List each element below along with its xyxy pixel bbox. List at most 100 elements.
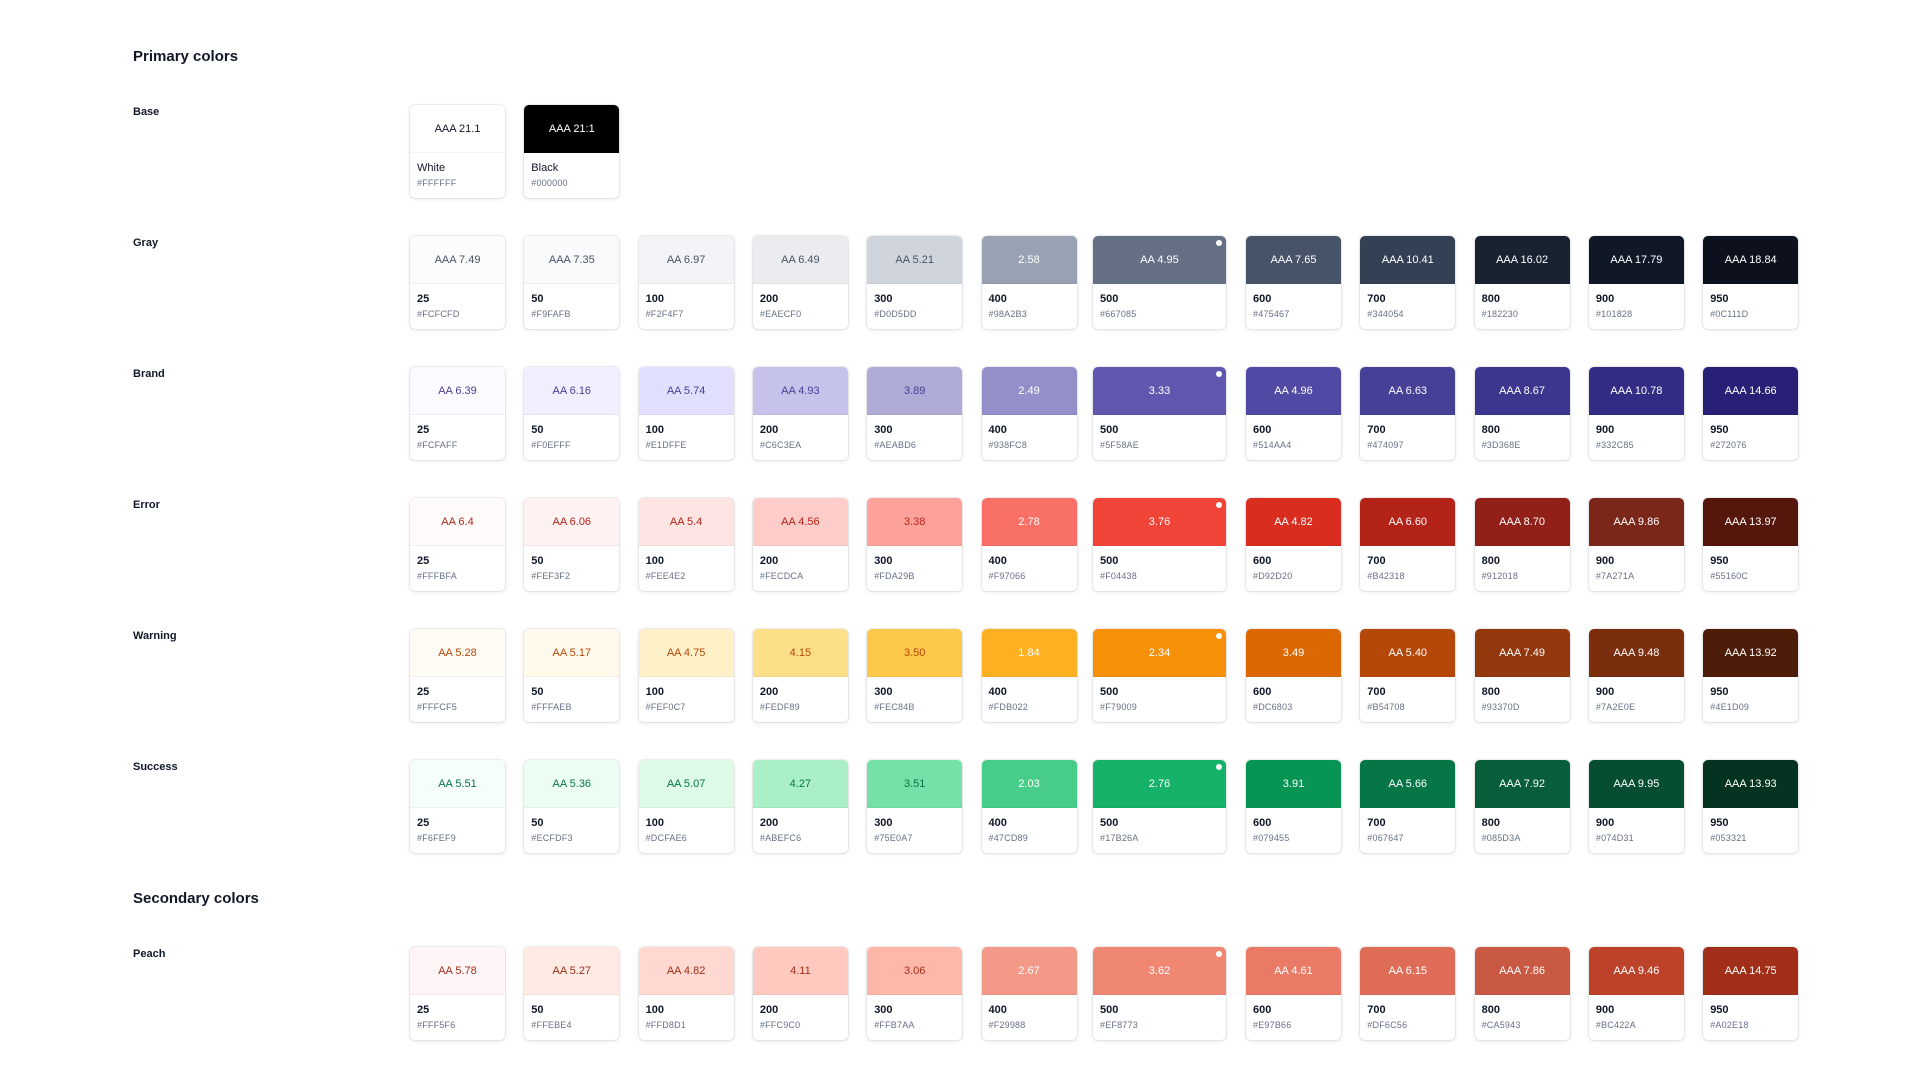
color-swatch[interactable]: 4.15 200 #FEDF89: [752, 629, 848, 722]
swatch-hex-code[interactable]: #FCFAFF: [417, 438, 505, 452]
color-swatch[interactable]: 2.67 400 #F29988: [981, 947, 1077, 1040]
color-swatch[interactable]: AA 6.4 25 #FFFBFA: [410, 498, 505, 591]
color-swatch[interactable]: AA 5.28 25 #FFFCF5: [410, 629, 505, 722]
swatch-hex-code[interactable]: #474097: [1367, 438, 1455, 452]
swatch-hex-code[interactable]: #F97066: [989, 569, 1077, 583]
swatch-hex-code[interactable]: #912018: [1482, 569, 1570, 583]
swatch-hex-code[interactable]: #ECFDF3: [531, 831, 619, 845]
swatch-hex-code[interactable]: #75E0A7: [874, 831, 962, 845]
color-swatch[interactable]: AA 4.75 100 #FEF0C7: [638, 629, 734, 722]
swatch-hex-code[interactable]: #3D368E: [1482, 438, 1570, 452]
color-swatch[interactable]: AA 5.07 100 #DCFAE6: [638, 760, 734, 853]
swatch-hex-code[interactable]: #55160C: [1710, 569, 1798, 583]
color-swatch[interactable]: 3.62 500 #EF8773: [1093, 947, 1226, 1040]
color-swatch[interactable]: AAA 21.1 White #FFFFFF: [410, 105, 505, 198]
color-swatch[interactable]: AA 6.49 200 #EAECF0: [752, 236, 848, 329]
swatch-hex-code[interactable]: #FEDF89: [760, 700, 848, 714]
swatch-hex-code[interactable]: #FFFFFF: [417, 176, 505, 190]
color-swatch[interactable]: AA 6.06 50 #FEF3F2: [524, 498, 620, 591]
color-swatch[interactable]: AA 6.15 700 #DF6C56: [1360, 947, 1456, 1040]
color-swatch[interactable]: AA 4.61 600 #E97B66: [1246, 947, 1341, 1040]
color-swatch[interactable]: AAA 21:1 Black #000000: [524, 105, 620, 198]
color-swatch[interactable]: AAA 7.49 25 #FCFCFD: [410, 236, 505, 329]
swatch-hex-code[interactable]: #475467: [1253, 307, 1341, 321]
color-swatch[interactable]: AA 5.36 50 #ECFDF3: [524, 760, 620, 853]
swatch-hex-code[interactable]: #AEABD6: [874, 438, 962, 452]
swatch-hex-code[interactable]: #FFD8D1: [646, 1018, 734, 1032]
swatch-hex-code[interactable]: #FFEBE4: [531, 1018, 619, 1032]
swatch-hex-code[interactable]: #EAECF0: [760, 307, 848, 321]
color-swatch[interactable]: AA 5.4 100 #FEE4E2: [638, 498, 734, 591]
swatch-hex-code[interactable]: #FFF5F6: [417, 1018, 505, 1032]
color-swatch[interactable]: AA 5.74 100 #E1DFFE: [638, 367, 734, 460]
color-swatch[interactable]: 3.50 300 #FEC84B: [867, 629, 963, 722]
swatch-hex-code[interactable]: #F2F4F7: [646, 307, 734, 321]
color-swatch[interactable]: AAA 9.95 900 #074D31: [1588, 760, 1684, 853]
swatch-hex-code[interactable]: #98A2B3: [989, 307, 1077, 321]
color-swatch[interactable]: AA 6.16 50 #F0EFFF: [524, 367, 620, 460]
color-swatch[interactable]: AAA 16.02 800 #182230: [1474, 236, 1570, 329]
swatch-hex-code[interactable]: #FEF3F2: [531, 569, 619, 583]
color-swatch[interactable]: AAA 7.86 800 #CA5943: [1474, 947, 1570, 1040]
color-swatch[interactable]: AA 6.60 700 #B42318: [1360, 498, 1456, 591]
swatch-hex-code[interactable]: #667085: [1100, 307, 1226, 321]
swatch-hex-code[interactable]: #182230: [1482, 307, 1570, 321]
swatch-hex-code[interactable]: #A02E18: [1710, 1018, 1798, 1032]
color-swatch[interactable]: 2.03 400 #47CD89: [981, 760, 1077, 853]
color-swatch[interactable]: AAA 10.78 900 #332C85: [1588, 367, 1684, 460]
swatch-hex-code[interactable]: #F79009: [1100, 700, 1226, 714]
color-swatch[interactable]: AAA 8.70 800 #912018: [1474, 498, 1570, 591]
swatch-hex-code[interactable]: #D92D20: [1253, 569, 1341, 583]
color-swatch[interactable]: AAA 9.86 900 #7A271A: [1588, 498, 1684, 591]
swatch-hex-code[interactable]: #079455: [1253, 831, 1341, 845]
color-swatch[interactable]: 2.58 400 #98A2B3: [981, 236, 1077, 329]
color-swatch[interactable]: 3.51 300 #75E0A7: [867, 760, 963, 853]
swatch-hex-code[interactable]: #F04438: [1100, 569, 1226, 583]
color-swatch[interactable]: AA 4.95 500 #667085: [1093, 236, 1226, 329]
swatch-hex-code[interactable]: #272076: [1710, 438, 1798, 452]
swatch-hex-code[interactable]: #FFC9C0: [760, 1018, 848, 1032]
color-swatch[interactable]: 3.89 300 #AEABD6: [867, 367, 963, 460]
swatch-hex-code[interactable]: #FECDCA: [760, 569, 848, 583]
swatch-hex-code[interactable]: #938FC8: [989, 438, 1077, 452]
color-swatch[interactable]: AAA 7.49 800 #93370D: [1474, 629, 1570, 722]
color-swatch[interactable]: AAA 13.93 950 #053321: [1703, 760, 1799, 853]
color-swatch[interactable]: 2.34 500 #F79009: [1093, 629, 1226, 722]
swatch-hex-code[interactable]: #F6FEF9: [417, 831, 505, 845]
color-swatch[interactable]: AAA 17.79 900 #101828: [1588, 236, 1684, 329]
swatch-hex-code[interactable]: #067647: [1367, 831, 1455, 845]
color-swatch[interactable]: 2.49 400 #938FC8: [981, 367, 1077, 460]
swatch-hex-code[interactable]: #F9FAFB: [531, 307, 619, 321]
swatch-hex-code[interactable]: #FDB022: [989, 700, 1077, 714]
color-swatch[interactable]: 1.84 400 #FDB022: [981, 629, 1077, 722]
swatch-hex-code[interactable]: #DC6803: [1253, 700, 1341, 714]
color-swatch[interactable]: AAA 9.48 900 #7A2E0E: [1588, 629, 1684, 722]
color-swatch[interactable]: 4.11 200 #FFC9C0: [752, 947, 848, 1040]
color-swatch[interactable]: AA 5.66 700 #067647: [1360, 760, 1456, 853]
color-swatch[interactable]: AA 4.93 200 #C6C3EA: [752, 367, 848, 460]
color-swatch[interactable]: AA 4.82 100 #FFD8D1: [638, 947, 734, 1040]
color-swatch[interactable]: AA 4.82 600 #D92D20: [1246, 498, 1341, 591]
swatch-hex-code[interactable]: #000000: [531, 176, 619, 190]
swatch-hex-code[interactable]: #344054: [1367, 307, 1455, 321]
swatch-hex-code[interactable]: #FEC84B: [874, 700, 962, 714]
color-swatch[interactable]: AA 5.51 25 #F6FEF9: [410, 760, 505, 853]
swatch-hex-code[interactable]: #FFFAEB: [531, 700, 619, 714]
color-swatch[interactable]: AAA 7.35 50 #F9FAFB: [524, 236, 620, 329]
color-swatch[interactable]: AA 4.56 200 #FECDCA: [752, 498, 848, 591]
swatch-hex-code[interactable]: #DCFAE6: [646, 831, 734, 845]
color-swatch[interactable]: AAA 13.92 950 #4E1D09: [1703, 629, 1799, 722]
color-swatch[interactable]: AA 5.17 50 #FFFAEB: [524, 629, 620, 722]
swatch-hex-code[interactable]: #F0EFFF: [531, 438, 619, 452]
swatch-hex-code[interactable]: #E97B66: [1253, 1018, 1341, 1032]
color-swatch[interactable]: AAA 10.41 700 #344054: [1360, 236, 1456, 329]
swatch-hex-code[interactable]: #101828: [1596, 307, 1684, 321]
color-swatch[interactable]: AA 6.39 25 #FCFAFF: [410, 367, 505, 460]
swatch-hex-code[interactable]: #0C111D: [1710, 307, 1798, 321]
color-swatch[interactable]: 3.49 600 #DC6803: [1246, 629, 1341, 722]
swatch-hex-code[interactable]: #074D31: [1596, 831, 1684, 845]
color-swatch[interactable]: 3.06 300 #FFB7AA: [867, 947, 963, 1040]
color-swatch[interactable]: 3.33 500 #5F58AE: [1093, 367, 1226, 460]
color-swatch[interactable]: 2.76 500 #17B26A: [1093, 760, 1226, 853]
swatch-hex-code[interactable]: #4E1D09: [1710, 700, 1798, 714]
